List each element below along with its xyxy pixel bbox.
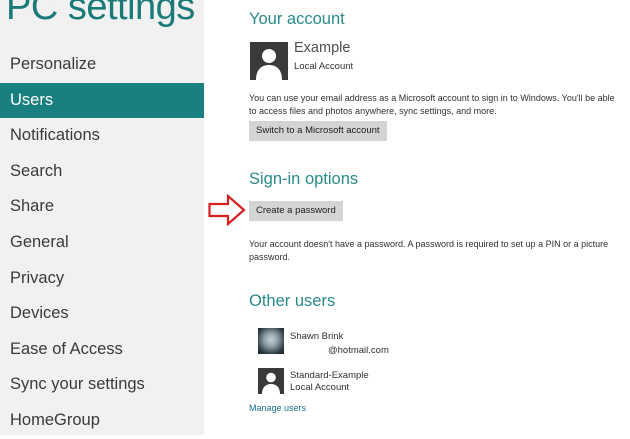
sidebar-item-homegroup[interactable]: HomeGroup [0, 403, 204, 439]
account-description: You can use your email address as a Micr… [249, 93, 615, 116]
sidebar-item-users[interactable]: Users [0, 82, 204, 119]
other-users-heading: Other users [249, 292, 336, 310]
sidebar-item-devices[interactable]: Devices [0, 296, 204, 332]
other-user-name: Standard-Example [290, 370, 369, 381]
account-avatar [250, 42, 288, 80]
other-user-name: Shawn Brink [290, 331, 344, 342]
sidebar-item-privacy[interactable]: Privacy [0, 261, 204, 297]
user-avatar-shawn [258, 328, 284, 354]
other-user-detail: @hotmail.com [328, 345, 389, 356]
manage-users-link[interactable]: Manage users [249, 403, 306, 413]
person-silhouette-icon [256, 49, 282, 80]
sidebar-item-share[interactable]: Share [0, 189, 204, 225]
sidebar-item-sync-settings[interactable]: Sync your settings [0, 367, 204, 403]
sidebar-item-personalize[interactable]: Personalize [0, 47, 204, 83]
sidebar-item-general[interactable]: General [0, 225, 204, 261]
sidebar-item-ease-of-access[interactable]: Ease of Access [0, 332, 204, 368]
your-account-heading: Your account [249, 10, 345, 28]
red-outline-arrow-icon [208, 194, 246, 226]
account-name: Example [294, 40, 351, 56]
sign-in-options-heading: Sign-in options [249, 170, 359, 188]
sidebar-nav: Personalize Users Notifications Search S… [0, 47, 204, 439]
account-type: Local Account [294, 61, 354, 72]
sidebar-item-notifications[interactable]: Notifications [0, 118, 204, 154]
user-avatar-standard [258, 368, 284, 394]
create-password-button[interactable]: Create a password [249, 201, 343, 221]
app-title: PC settings [6, 0, 195, 28]
sidebar: PC settings Personalize Users Notificati… [0, 0, 204, 435]
person-silhouette-icon [262, 372, 280, 394]
other-user-detail: Local Account [290, 382, 350, 393]
switch-microsoft-account-button[interactable]: Switch to a Microsoft account [249, 121, 387, 141]
password-note: Your account doesn't have a password. A … [249, 239, 609, 262]
main-panel: Your account Example Local Account You c… [204, 0, 630, 435]
sidebar-item-search[interactable]: Search [0, 154, 204, 190]
